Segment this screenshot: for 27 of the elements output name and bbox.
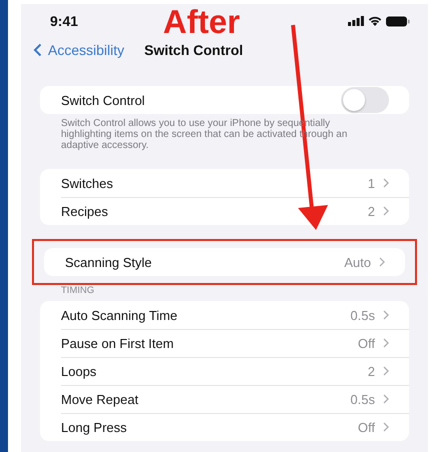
battery-icon [386, 16, 410, 26]
settings-row[interactable]: Auto Scanning Time 0.5s [40, 301, 409, 329]
annotation-label: After [163, 3, 240, 41]
back-link[interactable]: Accessibility [33, 42, 124, 58]
settings-row[interactable]: Long Press Off [40, 413, 409, 441]
status-time: 9:41 [50, 13, 78, 29]
section-header: TIMING [60, 285, 96, 298]
back-chevron-icon [33, 43, 42, 57]
settings-row[interactable]: Recipes 2 [40, 197, 409, 225]
settings-row[interactable]: Switches 1 [40, 169, 409, 197]
chevron-icon [379, 257, 385, 267]
toggle-switch[interactable] [341, 87, 389, 113]
row-label: Switch Control [61, 92, 145, 108]
chevron-icon [383, 394, 389, 404]
chevron-icon [383, 310, 389, 320]
screen-title: Switch Control [144, 42, 244, 58]
chevron-icon [383, 178, 389, 188]
settings-row[interactable]: Move Repeat 0.5s [40, 385, 409, 413]
chevron-icon [383, 366, 389, 376]
settings-row[interactable]: Pause on First Item Off [40, 329, 409, 357]
chevron-icon [383, 206, 389, 216]
chevron-icon [383, 422, 389, 432]
wifi-icon [368, 16, 382, 26]
settings-row[interactable]: Scanning Style Auto [44, 248, 405, 276]
signal-icon [348, 16, 364, 26]
chevron-icon [383, 338, 389, 348]
settings-row[interactable]: Loops 2 [40, 357, 409, 385]
